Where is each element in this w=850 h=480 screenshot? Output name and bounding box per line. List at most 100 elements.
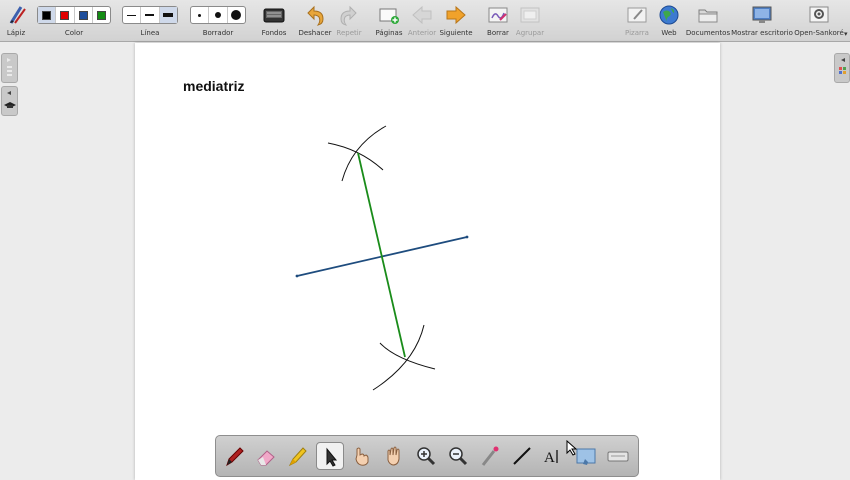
pages-button[interactable] [378, 4, 400, 26]
large-dot-icon [231, 10, 242, 20]
desktop-label: Mostrar escritorio [731, 29, 793, 37]
pencil-label: Lápiz [6, 29, 26, 37]
board-mode-button[interactable] [626, 4, 648, 26]
segment-endpoint-b [465, 235, 469, 239]
eraser-tool-button[interactable] [252, 442, 280, 470]
app-menu-dropdown-icon[interactable]: ▾ [844, 30, 848, 38]
marker-tool-button[interactable] [284, 442, 312, 470]
left-panel-tab-tools[interactable] [1, 86, 18, 116]
next-page-button[interactable] [445, 4, 467, 26]
left-panel-tab-pages[interactable] [1, 53, 18, 83]
documents-label: Documentos [685, 29, 731, 37]
next-arrow-icon [446, 5, 466, 25]
eraser-size-large[interactable] [228, 7, 245, 23]
drawing-layer [295, 125, 469, 391]
color-label: Color [64, 29, 84, 37]
line-width-selector [122, 6, 178, 24]
documents-button[interactable] [697, 4, 719, 26]
whiteboard-canvas[interactable]: mediatriz [135, 43, 720, 480]
text-tool-button[interactable]: A [540, 442, 568, 470]
upper-arc-2 [341, 125, 387, 182]
perpendicular-bisector [357, 152, 406, 358]
clear-button[interactable] [487, 4, 509, 26]
highlighter-icon [288, 447, 307, 467]
color-swatch-black [42, 10, 52, 20]
small-dot-icon [198, 13, 202, 17]
pen-icon [226, 447, 244, 467]
medium-line-icon [145, 14, 155, 16]
globe-icon [659, 5, 679, 25]
line-label: Línea [140, 29, 160, 37]
pen-tool-button[interactable] [221, 442, 249, 470]
app-menu-label: Open-Sankoré [794, 29, 844, 37]
lower-arc-2 [372, 324, 425, 391]
pencil-icon [9, 6, 26, 24]
hand-tool-button[interactable] [380, 442, 408, 470]
laser-pointer-tool-button[interactable] [476, 442, 504, 470]
folder-icon [698, 9, 718, 23]
right-panel-tab-library[interactable] [834, 53, 850, 83]
line-width-thin[interactable] [123, 7, 142, 23]
eraser-size-medium[interactable] [209, 7, 228, 23]
zoom-out-icon [449, 447, 468, 466]
add-page-icon [379, 8, 399, 24]
color-swatch-red [60, 10, 70, 20]
pencil-button[interactable] [6, 4, 28, 26]
web-label: Web [661, 29, 677, 37]
monitor-icon [752, 6, 772, 23]
color-option-blue[interactable] [75, 7, 93, 23]
line-icon [513, 447, 531, 465]
text-icon: A [544, 450, 558, 466]
undo-label: Deshacer [298, 29, 332, 37]
color-option-black[interactable] [38, 7, 57, 23]
redo-button[interactable] [338, 4, 360, 26]
main-toolbar: Lápiz Color Línea Borrador Fondos Deshac… [0, 0, 850, 42]
library-icon [839, 58, 846, 74]
clear-label: Borrar [487, 29, 509, 37]
web-button[interactable] [658, 4, 680, 26]
eraser-size-small[interactable] [191, 7, 210, 23]
board-icon [627, 7, 647, 23]
graduation-cap-icon [4, 91, 16, 108]
undo-button[interactable] [304, 4, 326, 26]
virtual-keyboard-tool-button[interactable] [604, 442, 632, 470]
show-desktop-button[interactable] [751, 4, 773, 26]
previous-arrow-icon [412, 5, 432, 25]
zoom-out-tool-button[interactable] [444, 442, 472, 470]
zoom-in-tool-button[interactable] [412, 442, 440, 470]
color-option-red[interactable] [56, 7, 75, 23]
group-icon [520, 7, 540, 23]
group-button[interactable] [519, 4, 541, 26]
previous-label: Anterior [407, 29, 437, 37]
thick-line-icon [163, 13, 174, 17]
group-label: Agrupar [515, 29, 545, 37]
selector-tool-button[interactable] [316, 442, 344, 470]
screen-capture-icon [576, 448, 596, 465]
eraser-icon [257, 450, 275, 466]
pages-label: Páginas [375, 29, 403, 37]
board-label: Pizarra [625, 29, 649, 37]
next-label: Siguiente [439, 29, 473, 37]
keyboard-icon [607, 451, 629, 462]
line-tool-button[interactable] [508, 442, 536, 470]
eraser-label: Borrador [202, 29, 234, 37]
mouse-cursor-icon [566, 440, 578, 456]
backgrounds-button[interactable] [263, 4, 285, 26]
app-menu-button[interactable] [808, 4, 830, 26]
interact-tool-button[interactable] [348, 442, 376, 470]
color-swatch-blue [78, 10, 88, 20]
clear-board-icon [488, 7, 508, 23]
previous-page-button[interactable] [411, 4, 433, 26]
hand-icon [387, 446, 400, 466]
svg-text:A: A [544, 450, 555, 466]
pointing-hand-icon [355, 447, 369, 466]
backgrounds-label: Fondos [261, 29, 287, 37]
keyboard-backgrounds-icon [263, 8, 285, 23]
line-width-medium[interactable] [141, 7, 160, 23]
color-option-green[interactable] [93, 7, 110, 23]
line-width-thick[interactable] [159, 7, 177, 23]
redo-label: Repetir [336, 29, 362, 37]
undo-arrow-icon [307, 5, 324, 26]
medium-dot-icon [214, 12, 221, 18]
lower-arc-1 [379, 342, 436, 370]
